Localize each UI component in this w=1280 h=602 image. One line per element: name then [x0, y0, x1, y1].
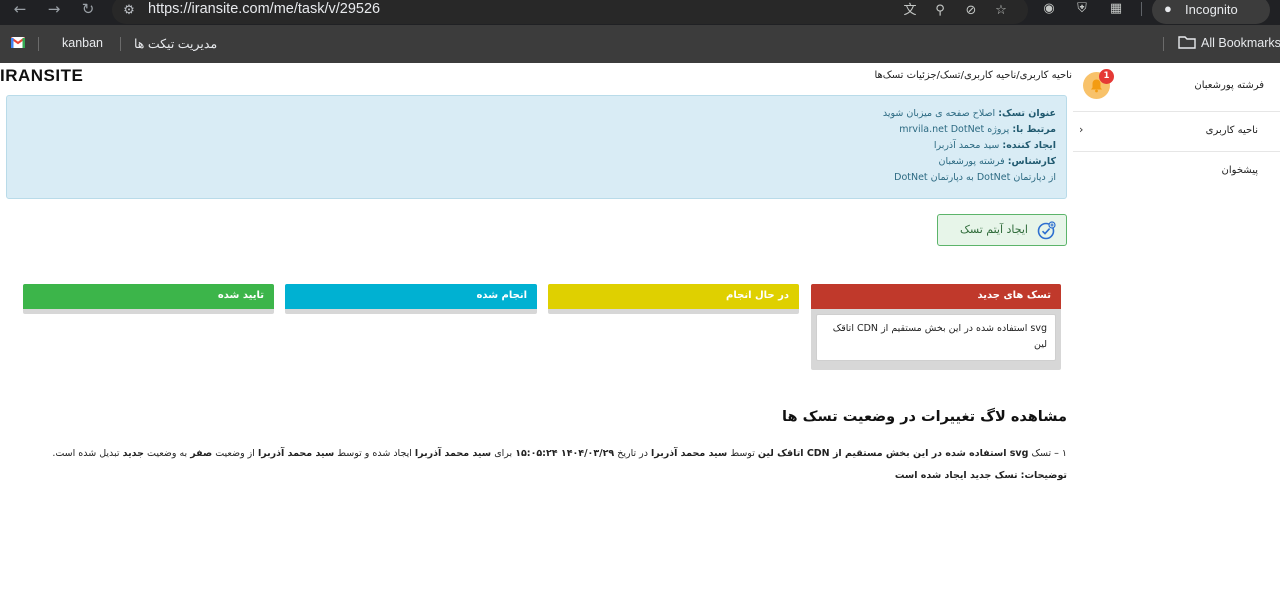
eye-off-icon[interactable]: ⊘ [961, 1, 981, 21]
log-description-value: تسک جدید ایجاد شده است [894, 470, 1018, 481]
task-expert-label: کارشناس: [1007, 156, 1056, 167]
task-card[interactable]: svg استفاده شده در این بخش مستقیم از CDN… [816, 314, 1056, 361]
forward-icon[interactable]: → [41, 0, 67, 20]
user-name: فرشته پورشعبان [1194, 80, 1264, 91]
task-info-panel: عنوان تسک: اصلاح صفحه ی میزبان شوید مرتب… [6, 95, 1067, 199]
log-status-from: صفر [190, 448, 213, 459]
log-text-part: ایجاد شده و توسط [337, 448, 412, 459]
column-in-progress: در حال انجام [548, 284, 799, 314]
column-new-body: svg استفاده شده در این بخش مستقیم از CDN… [811, 309, 1061, 370]
bookmark-kanban[interactable]: kanban [62, 36, 103, 50]
task-expert-value: فرشته پورشعبان [938, 156, 1005, 167]
log-status-to: جدید [122, 448, 144, 459]
address-bar[interactable]: ⚙ https://iransite.com/me/task/v/29526 文… [112, 0, 1028, 24]
browser-chrome: ← → ↻ ⚙ https://iransite.com/me/task/v/2… [0, 0, 1280, 63]
column-new-header: تسک های جدید [811, 284, 1061, 309]
back-icon[interactable]: ← [7, 0, 33, 20]
incognito-label: Incognito [1185, 2, 1238, 17]
column-in-progress-body [548, 309, 799, 314]
column-in-progress-header: در حال انجام [548, 284, 799, 309]
log-datetime: ۱۴۰۴/۰۳/۲۹ ۱۵:۰۵:۲۴ [515, 448, 615, 459]
task-title-label: عنوان تسک: [998, 108, 1056, 119]
column-done: انجام شده [285, 284, 537, 314]
zoom-icon[interactable]: ⚲ [930, 1, 950, 21]
log-user: سید محمد آذربرا [257, 448, 335, 459]
sidebar-user[interactable]: فرشته پورشعبان 1 [1073, 63, 1280, 111]
log-index: ۱ [1061, 448, 1067, 459]
bookmarks-bar: kanban مدیریت تیکت ها All Bookmarks [0, 25, 1280, 63]
task-expert-line: کارشناس: فرشته پورشعبان [939, 156, 1056, 167]
log-text-part: از وضعیت [215, 448, 255, 459]
log-title: مشاهده لاگ تغییرات در وضعیت تسک ها [782, 409, 1067, 425]
add-check-icon [1037, 221, 1056, 240]
log-text-part: تبدیل شده است. [52, 448, 120, 459]
url-text[interactable]: https://iransite.com/me/task/v/29526 [148, 1, 380, 17]
task-department-line: از دپارتمان DotNet به دپارتمان DotNet [894, 172, 1056, 183]
column-done-body [285, 309, 537, 314]
log-description-label: توضیحات: [1020, 470, 1067, 481]
all-bookmarks[interactable]: All Bookmarks [1201, 36, 1280, 50]
shield-icon[interactable]: ⛨ [1071, 0, 1093, 20]
task-title-value: اصلاح صفحه ی میزبان شوید [882, 108, 996, 119]
sidebar: فرشته پورشعبان 1 ناحیه کاربری › پیشخوان [1073, 63, 1280, 192]
log-text-part: در تاریخ [617, 448, 648, 459]
create-task-item-button[interactable]: ایجاد آیتم تسک [937, 214, 1067, 246]
column-approved: تایید شده [23, 284, 274, 314]
extensions-icon[interactable]: ▦ [1105, 0, 1127, 20]
site-info-icon[interactable]: ⚙ [120, 2, 138, 20]
log-task-name: svg استفاده شده در این بخش مستقیم از CDN… [757, 448, 1029, 459]
task-creator-line: ایجاد کننده: سید محمد آذربرا [934, 140, 1056, 151]
column-approved-header: تایید شده [23, 284, 274, 309]
task-related-label: مرتبط با: [1012, 124, 1056, 135]
log-user: سید محمد آذربرا [651, 448, 728, 459]
task-related-line: مرتبط با: پروژه mrvila.net DotNet [899, 124, 1056, 135]
log-entry: ۱ – تسک svg استفاده شده در این بخش مستقی… [52, 448, 1067, 481]
page-content: IRANSITE ناحیه کاربری/ناحیه کاربری/تسک/ج… [0, 63, 1280, 602]
task-related-value: پروژه mrvila.net DotNet [899, 124, 1010, 135]
log-text-part: به وضعیت [147, 448, 188, 459]
sidebar-item-label: ناحیه کاربری [1205, 125, 1258, 136]
column-done-header: انجام شده [285, 284, 537, 309]
create-task-item-label: ایجاد آیتم تسک [960, 223, 1028, 236]
incognito-indicator[interactable]: ● Incognito [1152, 0, 1270, 24]
incognito-icon: ● [1164, 1, 1172, 16]
site-logo[interactable]: IRANSITE [0, 66, 83, 86]
folder-icon [1178, 36, 1196, 49]
notification-badge: 1 [1099, 69, 1114, 84]
sidebar-item-dashboard[interactable]: پیشخوان [1073, 151, 1280, 191]
reload-icon[interactable]: ↻ [75, 0, 101, 20]
log-text-part: برای [494, 448, 513, 459]
camera-icon[interactable]: ◉ [1038, 0, 1060, 20]
bookmark-star-icon[interactable]: ☆ [991, 1, 1011, 21]
breadcrumb: ناحیه کاربری/ناحیه کاربری/تسک/جزئیات تسک… [874, 70, 1072, 81]
chevron-left-icon: › [1079, 123, 1084, 136]
log-user: سید محمد آذربرا [414, 448, 492, 459]
column-new-tasks: تسک های جدید svg استفاده شده در این بخش … [811, 284, 1061, 370]
bookmark-tickets[interactable]: مدیریت تیکت ها [134, 36, 217, 51]
task-creator-value: سید محمد آذربرا [933, 140, 1000, 151]
column-approved-body [23, 309, 274, 314]
log-text-part: تسک [1031, 448, 1052, 459]
sidebar-item-label: پیشخوان [1221, 165, 1258, 176]
task-title-line: عنوان تسک: اصلاح صفحه ی میزبان شوید [883, 108, 1056, 119]
task-creator-label: ایجاد کننده: [1002, 140, 1056, 151]
sidebar-item-user-area[interactable]: ناحیه کاربری › [1073, 111, 1280, 151]
toolbar: ← → ↻ ⚙ https://iransite.com/me/task/v/2… [0, 0, 1280, 25]
log-text-part: توسط [730, 448, 755, 459]
gmail-icon[interactable] [11, 37, 25, 48]
translate-icon[interactable]: 文 [900, 1, 920, 21]
